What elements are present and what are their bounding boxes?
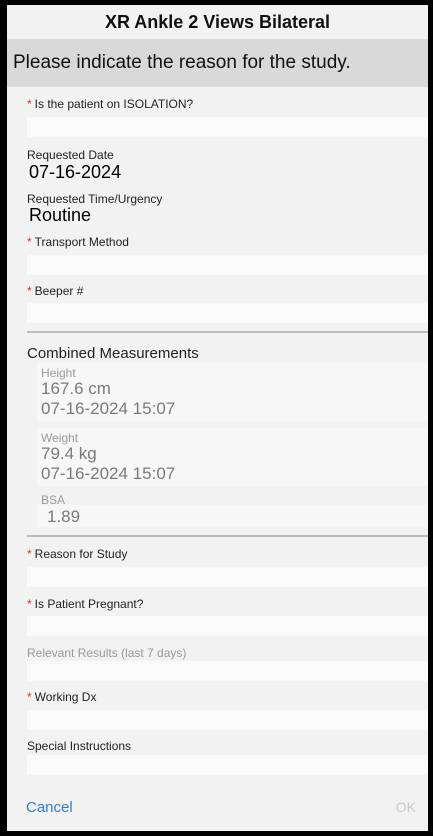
isolation-field[interactable] xyxy=(27,117,428,137)
ok-button[interactable]: OK xyxy=(396,799,416,815)
footer-bar: Cancel OK xyxy=(7,783,428,831)
pregnant-field[interactable] xyxy=(27,616,428,636)
special-instructions-label: Special Instructions xyxy=(27,739,132,753)
reason-field[interactable] xyxy=(27,567,428,587)
beeper-field[interactable] xyxy=(27,303,428,323)
isolation-label: * Is the patient on ISOLATION? xyxy=(27,97,194,111)
transport-method-field[interactable] xyxy=(27,255,428,275)
divider xyxy=(27,535,428,537)
beeper-label: * Beeper # xyxy=(27,284,84,298)
transport-method-label: * Transport Method xyxy=(27,235,129,249)
pregnant-label: * Is Patient Pregnant? xyxy=(27,597,144,611)
cancel-button[interactable]: Cancel xyxy=(26,799,73,816)
divider xyxy=(27,331,428,333)
required-marker: * xyxy=(27,97,32,111)
working-dx-field[interactable] xyxy=(27,710,428,730)
instruction-banner: Please indicate the reason for the study… xyxy=(7,39,428,87)
page-title: XR Ankle 2 Views Bilateral xyxy=(7,5,428,39)
weight-date: 07-16-2024 15:07 xyxy=(41,464,176,483)
height-date: 07-16-2024 15:07 xyxy=(41,399,176,418)
relevant-results-field[interactable] xyxy=(27,661,428,681)
order-form-screen: XR Ankle 2 Views Bilateral Please indica… xyxy=(7,5,428,831)
weight-label: Weight xyxy=(41,431,79,445)
requested-time-label: Requested Time/Urgency xyxy=(27,192,163,206)
bsa-value: 1.89 xyxy=(47,507,81,526)
special-instructions-field[interactable] xyxy=(27,755,428,775)
requested-date-value[interactable]: 07-16-2024 xyxy=(29,162,121,183)
height-label: Height xyxy=(41,366,76,380)
requested-time-value[interactable]: Routine xyxy=(29,205,91,226)
bsa-box xyxy=(37,505,428,527)
requested-date-label: Requested Date xyxy=(27,148,114,162)
reason-label: * Reason for Study xyxy=(27,547,128,561)
measurements-title: Combined Measurements xyxy=(27,345,199,362)
relevant-results-label: Relevant Results (last 7 days) xyxy=(27,646,187,660)
working-dx-label: * Working Dx xyxy=(27,690,97,704)
height-value: 167.6 cm xyxy=(41,379,111,398)
weight-value: 79.4 kg xyxy=(41,444,97,463)
